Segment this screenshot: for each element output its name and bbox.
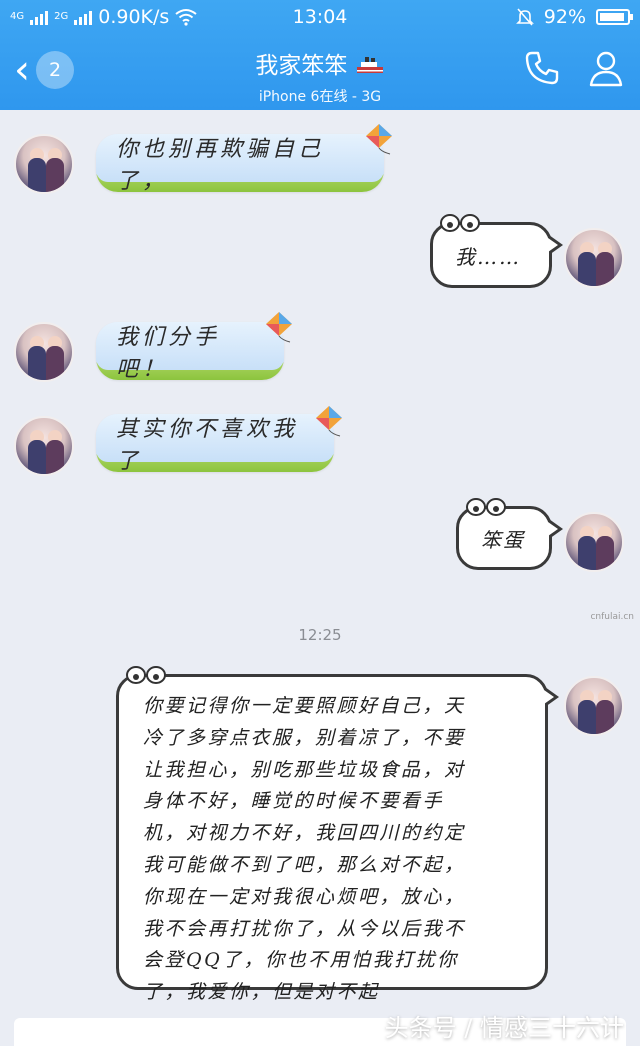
message-bubble-incoming[interactable]: 其实你不喜欢我了	[96, 414, 334, 474]
message-line: 我不会再打扰你了，从今以后我不	[143, 917, 466, 940]
source-watermark: 头条号 / 情感三十六计	[384, 1014, 624, 1042]
message-bubble-outgoing[interactable]: 我……	[430, 214, 563, 288]
unread-badge: 2	[36, 51, 74, 89]
message-line: 会登QQ了，你也不用怕我打扰你	[143, 949, 459, 972]
back-button[interactable]: ‹ 2	[14, 48, 84, 92]
message-bubble-outgoing-long[interactable]: 你要记得你一定要照顾好自己，天 冷了多穿点衣服，别着凉了，不要 让我担心，别吃那…	[116, 666, 559, 1003]
message-bubble-outgoing[interactable]: 笨蛋	[456, 498, 563, 570]
profile-icon[interactable]	[586, 48, 626, 88]
message-bubble-incoming[interactable]: 你也别再欺骗自己了，	[96, 134, 384, 194]
message-line: 了，我爱你，但是对不起	[143, 981, 380, 1004]
chat-header: 4G 2G 0.90K/s 13:04 92% ‹ 2 我家笨笨 iPhone …	[0, 0, 640, 110]
kite-icon	[366, 124, 392, 155]
message-line: 冷了多穿点衣服，别着凉了，不要	[143, 726, 466, 749]
message-text: 我们分手吧！	[116, 325, 221, 382]
eyes-decoration-icon	[466, 498, 506, 516]
message-line: 你要记得你一定要照顾好自己，天	[143, 695, 466, 717]
message-text: 你也别再欺骗自己了，	[116, 137, 325, 194]
self-avatar[interactable]	[564, 676, 624, 736]
phone-call-icon[interactable]	[522, 48, 562, 88]
battery-icon	[596, 9, 633, 25]
status-bar: 4G 2G 0.90K/s 13:04 92%	[0, 0, 640, 34]
self-avatar[interactable]	[564, 228, 624, 288]
contact-status: iPhone 6在线 - 3G	[258, 89, 382, 105]
contact-name: 我家笨笨	[150, 46, 490, 80]
message-line: 机，对视力不好，我回四川的约定	[143, 822, 466, 845]
message-line: 身体不好，睡觉的时候不要看手	[143, 790, 445, 813]
message-text: 你要记得你一定要照顾好自己，天 冷了多穿点衣服，别着凉了，不要 让我担心，别吃那…	[143, 691, 466, 1009]
message-bubble-incoming[interactable]: 我们分手吧！	[96, 322, 284, 382]
contact-info[interactable]: 我家笨笨 iPhone 6在线 - 3G	[150, 46, 490, 106]
message-line: 你现在一定对我很心烦吧，放心，	[143, 885, 466, 908]
kite-icon	[316, 406, 342, 437]
contact-avatar[interactable]	[14, 416, 74, 476]
eyes-decoration-icon	[440, 214, 480, 232]
mute-bell-icon	[515, 8, 534, 26]
site-watermark: cnfulai.cn	[590, 612, 634, 622]
message-timestamp: 12:25	[298, 626, 342, 644]
message-line: 让我担心，别吃那些垃圾食品，对	[143, 758, 466, 781]
message-text: 笨蛋	[481, 527, 525, 552]
contact-avatar[interactable]	[14, 134, 74, 194]
contact-avatar[interactable]	[14, 322, 74, 382]
battery-percent: 92%	[543, 6, 586, 28]
message-text: 我……	[455, 244, 521, 269]
contact-name-text: 我家笨笨	[255, 53, 348, 79]
self-avatar[interactable]	[564, 512, 624, 572]
ship-icon	[356, 57, 383, 73]
chevron-left-icon: ‹	[14, 47, 30, 93]
message-line: 我可能做不到了吧，那么对不起，	[143, 853, 466, 876]
message-text: 其实你不喜欢我了	[116, 417, 299, 474]
eyes-decoration-icon	[126, 666, 166, 684]
kite-icon	[266, 312, 292, 343]
